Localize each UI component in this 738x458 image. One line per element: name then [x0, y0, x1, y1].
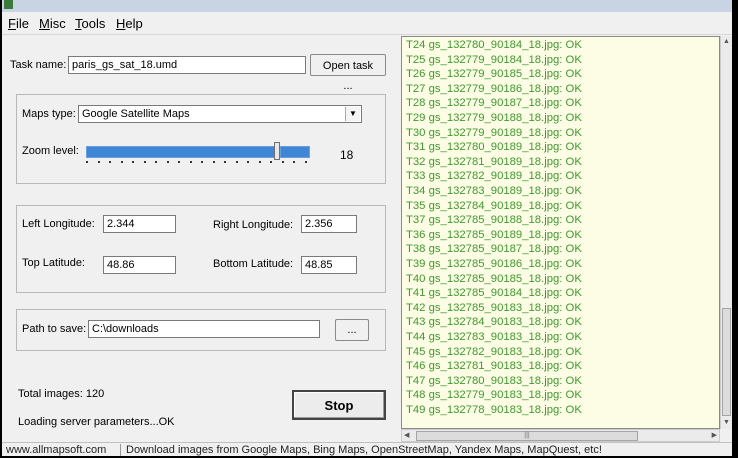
log-line: T38 gs_132785_90187_18.jpg: OK [406, 243, 582, 256]
menu-tools[interactable]: Tools [75, 16, 105, 31]
log-line: T26 gs_132779_90185_18.jpg: OK [406, 68, 582, 81]
task-name-input[interactable] [68, 56, 306, 74]
download-log[interactable]: T24 gs_132780_90184_18.jpg: OK T25 gs_132… [401, 36, 720, 429]
log-line: T35 gs_132784_90189_18.jpg: OK [406, 199, 582, 212]
bottom-latitude-input[interactable] [301, 256, 357, 274]
log-line: T40 gs_132785_90185_18.jpg: OK [406, 272, 582, 285]
status-divider [120, 444, 121, 456]
right-longitude-label: Right Longitude: [213, 219, 294, 231]
log-line: T43 gs_132784_90183_18.jpg: OK [406, 316, 582, 329]
menu-misc[interactable]: Misc [39, 16, 66, 31]
slider-tick [258, 161, 261, 163]
log-line: T27 gs_132779_90186_18.jpg: OK [406, 82, 582, 95]
slider-tick [155, 161, 157, 163]
zoom-slider-track-remaining[interactable] [280, 146, 310, 158]
log-line: T45 gs_132782_90183_18.jpg: OK [406, 345, 582, 358]
app-window: File Misc Tools Help Task name: Open tas… [2, 0, 732, 456]
slider-tick [212, 161, 215, 163]
slider-tick [270, 161, 272, 163]
total-images-label: Total images: 120 [18, 388, 105, 400]
maps-type-select[interactable]: Google Satellite Maps ▼ [78, 105, 362, 123]
slider-tick [201, 161, 203, 163]
log-vertical-scrollbar[interactable]: ▲ ▼ [720, 36, 732, 429]
status-website: www.allmapsoft.com [6, 444, 107, 456]
zoom-slider-track-filled[interactable] [86, 146, 276, 158]
log-line: T32 gs_132781_90189_18.jpg: OK [406, 155, 582, 168]
menu-file[interactable]: File [8, 16, 29, 31]
slider-tick [97, 161, 100, 163]
right-longitude-input[interactable] [301, 215, 357, 233]
status-bar-message: Download images from Google Maps, Bing M… [126, 444, 602, 456]
log-line: T24 gs_132780_90184_18.jpg: OK [406, 39, 582, 51]
slider-tick [235, 161, 238, 163]
log-line: T48 gs_132779_90183_18.jpg: OK [406, 389, 582, 402]
slider-tick [166, 161, 169, 163]
chevron-down-icon[interactable]: ▼ [345, 107, 360, 121]
log-line: T29 gs_132779_90188_18.jpg: OK [406, 112, 582, 124]
scroll-right-icon[interactable]: ▶ [712, 430, 717, 442]
title-bar [2, 0, 732, 12]
log-line: T31 gs_132780_90189_18.jpg: OK [406, 141, 582, 154]
scroll-down-icon[interactable]: ▼ [721, 417, 732, 429]
log-line: T34 gs_132783_90189_18.jpg: OK [406, 185, 582, 197]
log-line: T41 gs_132785_90184_18.jpg: OK [406, 287, 582, 300]
status-message: Loading server parameters...OK [18, 416, 175, 428]
zoom-level-label: Zoom level: [22, 145, 79, 157]
slider-tick [189, 161, 192, 163]
scroll-up-icon[interactable]: ▲ [721, 36, 732, 48]
log-horizontal-scrollbar[interactable]: ◀ ||| ▶ [401, 429, 720, 442]
slider-tick [143, 161, 146, 163]
slider-tick [224, 161, 226, 163]
left-longitude-label: Left Longitude: [22, 218, 95, 230]
stop-button[interactable]: Stop [292, 390, 386, 420]
log-line: T44 gs_132783_90183_18.jpg: OK [406, 331, 582, 343]
app-icon [4, 0, 13, 9]
zoom-level-value: 18 [340, 148, 354, 162]
slider-tick [132, 161, 134, 163]
left-longitude-input[interactable] [103, 215, 176, 233]
slider-tick [304, 161, 307, 163]
path-to-save-label: Path to save: [22, 323, 87, 335]
log-line: T33 gs_132782_90189_18.jpg: OK [406, 170, 582, 183]
browse-button[interactable]: ... [335, 319, 369, 341]
log-vertical-scroll-thumb[interactable] [722, 308, 731, 416]
log-line: T37 gs_132785_90188_18.jpg: OK [406, 214, 582, 227]
slider-tick [293, 161, 295, 163]
slider-tick [281, 161, 284, 163]
log-line: T47 gs_132780_90183_18.jpg: OK [406, 374, 582, 387]
log-line: T25 gs_132779_90184_18.jpg: OK [406, 53, 582, 66]
slider-tick [109, 161, 111, 163]
log-line: T42 gs_132785_90183_18.jpg: OK [406, 301, 582, 314]
slider-tick [178, 161, 180, 163]
log-line: T36 gs_132785_90189_18.jpg: OK [406, 228, 582, 241]
top-latitude-input[interactable] [103, 256, 176, 274]
log-line: T46 gs_132781_90183_18.jpg: OK [406, 360, 582, 373]
menu-help[interactable]: Help [116, 16, 143, 31]
path-to-save-input[interactable] [88, 320, 320, 338]
log-line: T49 gs_132778_90183_18.jpg: OK [406, 404, 582, 416]
log-horizontal-scroll-thumb[interactable]: ||| [416, 431, 638, 441]
slider-tick [120, 161, 123, 163]
log-line: T30 gs_132779_90189_18.jpg: OK [406, 126, 582, 139]
zoom-slider-ticks [86, 161, 308, 165]
menu-bar: File Misc Tools Help [2, 14, 732, 35]
slider-tick [86, 161, 88, 163]
bottom-latitude-label: Bottom Latitude: [213, 258, 294, 270]
slider-tick [247, 161, 249, 163]
log-line: T28 gs_132779_90187_18.jpg: OK [406, 97, 582, 110]
top-latitude-label: Top Latitude: [22, 257, 85, 269]
status-bar: www.allmapsoft.com Download images from … [2, 442, 732, 456]
log-line: T39 gs_132785_90186_18.jpg: OK [406, 258, 582, 270]
task-name-label: Task name: [10, 59, 67, 71]
maps-type-value: Google Satellite Maps [82, 108, 190, 120]
maps-type-label: Maps type: [22, 108, 76, 120]
zoom-slider-handle[interactable] [274, 142, 280, 160]
scroll-left-icon[interactable]: ◀ [404, 430, 409, 442]
open-task-button[interactable]: Open task ... [310, 54, 386, 92]
